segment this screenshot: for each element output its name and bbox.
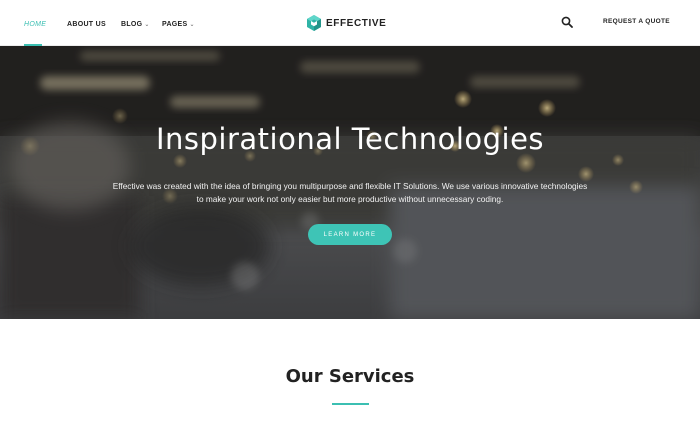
nav-pages[interactable]: PAGES ⌄ (162, 18, 195, 30)
hero-description-line-2: to make your work not only easier but mo… (196, 194, 504, 204)
hero-section: Inspirational Technologies Effective was… (0, 46, 700, 319)
hero-title: Inspirational Technologies (155, 122, 545, 156)
nav-home-label: HOME (24, 20, 47, 28)
hero-description-line-1: Effective was created with the idea of b… (112, 181, 588, 191)
services-divider (332, 403, 369, 405)
search-icon[interactable] (561, 16, 573, 28)
nav-home[interactable]: HOME (24, 18, 46, 30)
nav-blog[interactable]: BLOG ⌄ (121, 18, 150, 30)
chevron-down-icon: ⌄ (189, 21, 195, 28)
hero-description: Effective was created with the idea of b… (100, 180, 600, 206)
chevron-down-icon: ⌄ (144, 21, 150, 28)
nav-about-us-label: ABOUT US (67, 20, 106, 28)
nav-pages-label: PAGES (162, 20, 188, 28)
learn-more-button[interactable]: LEARN MORE (308, 224, 392, 245)
nav-about-us[interactable]: ABOUT US (67, 18, 106, 30)
services-title: Our Services (285, 366, 415, 387)
site-logo[interactable]: EFFECTIVE (307, 14, 386, 32)
site-header: HOME ABOUT US BLOG ⌄ PAGES ⌄ EFFECTIVE R… (0, 0, 700, 46)
request-quote-button[interactable]: REQUEST A QUOTE (597, 17, 676, 29)
nav-blog-label: BLOG (121, 20, 143, 28)
logo-text: EFFECTIVE (326, 17, 387, 29)
logo-hexagon-icon (307, 15, 321, 31)
